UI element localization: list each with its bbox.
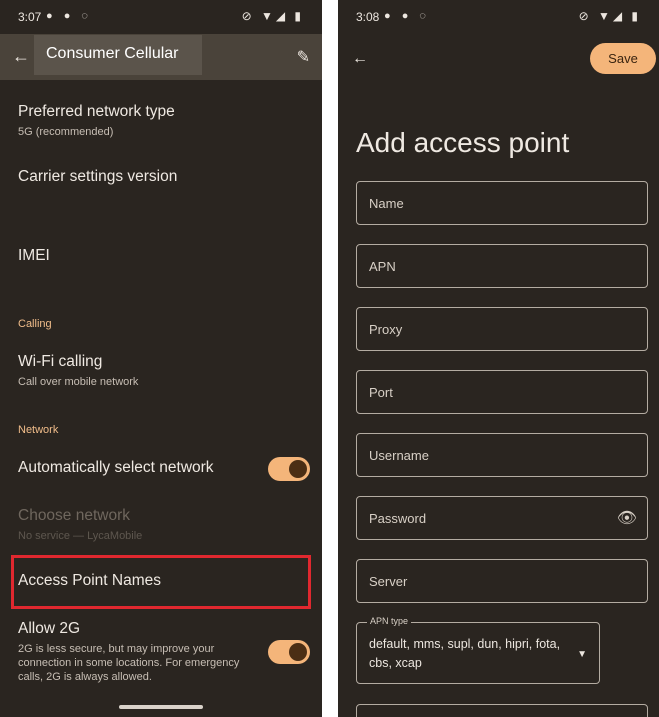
item-title: Automatically select network [18,459,214,476]
item-title: Allow 2G [18,620,81,637]
back-arrow-icon[interactable]: ← [352,50,368,68]
item-subtitle: Call over mobile network [18,376,139,388]
apn-type-value: default, mms, supl, dun, hipri, fota, cb… [369,637,561,670]
back-arrow-icon[interactable]: ← [12,46,30,67]
field-placeholder: APN [369,259,396,274]
imei-item[interactable]: IMEI [18,247,312,265]
preferred-network-type-item[interactable]: Preferred network type 5G (recommended) [18,103,312,139]
item-title: IMEI [18,247,50,264]
field-placeholder: Username [369,448,429,463]
username-field[interactable]: Username [356,433,648,477]
system-icons: ⊘ ▼◢ ▮ [241,9,304,23]
toggle-knob [289,643,307,661]
save-button[interactable]: Save [590,43,656,74]
add-access-point-screen: 3:08 ● ● ◌ ⊘ ▼◢ ▮ ← Save Add access poin… [338,0,659,717]
field-placeholder: Proxy [369,322,403,337]
choose-network-item: Choose network No service — LycaMobile [18,507,312,543]
settings-screen: 3:07 ● ● ◌ ⊘ ▼◢ ▮ ← Consumer Cellular ✎ … [0,0,322,717]
allow-2g-item[interactable]: Allow 2G 2G is less secure, but may impr… [18,620,262,684]
item-title: Choose network [18,507,131,524]
proxy-field[interactable]: Proxy [356,307,648,351]
item-subtitle: 5G (recommended) [18,126,114,138]
system-icons: ⊘ ▼◢ ▮ [578,9,641,23]
pencil-icon[interactable]: ✎ [297,47,310,67]
highlight-box [11,555,311,609]
apn-field[interactable]: APN [356,244,648,288]
notification-icons: ● ● ◌ [46,10,92,22]
status-bar: 3:07 ● ● ◌ ⊘ ▼◢ ▮ [0,0,322,34]
server-field[interactable]: Server [356,559,648,603]
status-time: 3:08 [356,10,380,24]
gesture-nav-bar[interactable] [119,705,203,709]
item-subtitle: No service — LycaMobile [18,530,143,542]
page-title: Add access point [356,127,570,158]
app-bar: ← Consumer Cellular ✎ [0,34,322,80]
item-title: Wi-Fi calling [18,353,103,370]
toggle-knob [289,460,307,478]
section-network: Network [18,424,59,436]
next-field-partial[interactable] [356,704,648,717]
title-box: Consumer Cellular [34,35,202,75]
apn-type-dropdown[interactable]: APN type default, mms, supl, dun, hipri,… [356,616,600,684]
section-calling: Calling [18,318,52,330]
notification-icons: ● ● ◌ [384,10,430,22]
status-time: 3:07 [18,10,42,24]
port-field[interactable]: Port [356,370,648,414]
name-field[interactable]: Name [356,181,648,225]
carrier-settings-version-item[interactable]: Carrier settings version [18,168,312,186]
field-placeholder: Password [369,511,427,526]
field-placeholder: Name [369,196,404,211]
item-title: Preferred network type [18,103,175,120]
status-bar: 3:08 ● ● ◌ ⊘ ▼◢ ▮ [338,0,659,34]
field-placeholder: Port [369,385,393,400]
auto-select-network-toggle[interactable] [268,457,310,481]
wifi-calling-item[interactable]: Wi-Fi calling Call over mobile network [18,353,312,389]
chevron-down-icon: ▼ [577,649,587,660]
item-subtitle: 2G is less secure, but may improve your … [18,643,240,683]
eye-icon[interactable]: 👁 [617,508,637,528]
field-placeholder: Server [369,574,408,589]
allow-2g-toggle[interactable] [268,640,310,664]
password-field[interactable]: Password 👁 [356,496,648,540]
apn-type-label: APN type [367,616,412,626]
item-title: Carrier settings version [18,168,178,185]
auto-select-network-item[interactable]: Automatically select network [18,459,262,477]
page-title: Consumer Cellular [46,45,179,62]
